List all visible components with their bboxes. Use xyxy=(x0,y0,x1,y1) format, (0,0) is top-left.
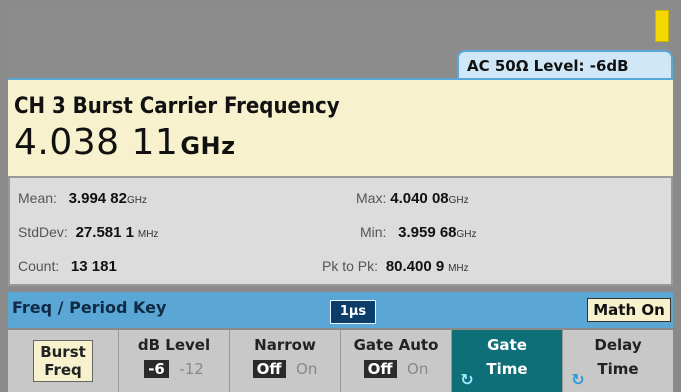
measurement-unit: GHz xyxy=(180,132,236,160)
gate-auto-options: Off On xyxy=(341,360,451,378)
status-bar: AC 50Ω Level: -6dB xyxy=(8,8,673,80)
math-on-button[interactable]: Math On xyxy=(587,298,671,322)
measurement-panel: CH 3 Burst Carrier Frequency 4.038 11GHz xyxy=(8,78,673,176)
softkey-gate-time[interactable]: Gate Time ↻ xyxy=(452,330,563,392)
softkey-delay-time[interactable]: Delay Time ↻ xyxy=(563,330,673,392)
delay-time-top: Delay xyxy=(594,336,642,354)
db-level-label: dB Level xyxy=(137,336,211,354)
softkey-menu-bar: Freq / Period Key 1μs Math On xyxy=(8,292,673,328)
stat-stddev: StdDev: 27.581 1 MHz xyxy=(18,224,159,241)
stat-pk2pk: Pk to Pk: 80.400 9 MHz xyxy=(322,258,469,275)
channel-coupling-tab: AC 50Ω Level: -6dB xyxy=(457,50,673,80)
narrow-label: Narrow xyxy=(254,336,316,354)
softkey-narrow[interactable]: Narrow Off On xyxy=(230,330,341,392)
battery-icon xyxy=(655,10,669,42)
stat-max: Max: 4.040 08GHz xyxy=(356,190,469,207)
measurement-reading: 4.038 11GHz xyxy=(14,122,236,163)
coupling-text: AC 50Ω Level: -6dB xyxy=(467,57,629,75)
burst-freq-label: Burst Freq xyxy=(33,340,93,382)
statistics-panel: Mean: 3.994 82GHz Max: 4.040 08GHz StdDe… xyxy=(8,176,673,286)
measurement-title: CH 3 Burst Carrier Frequency xyxy=(14,94,340,119)
instrument-screen: AC 50Ω Level: -6dB CH 3 Burst Carrier Fr… xyxy=(0,0,681,392)
softkey-db-level[interactable]: dB Level -6 -12 xyxy=(119,330,230,392)
knob-icon: ↻ xyxy=(571,370,585,389)
gate-auto-label: Gate Auto xyxy=(353,336,439,354)
stat-count: Count: 13 181 xyxy=(18,258,117,275)
gate-time-top: Gate xyxy=(487,336,527,354)
stat-mean: Mean: 3.994 82GHz xyxy=(18,190,147,207)
measurement-value: 4.038 11 xyxy=(14,122,179,163)
menu-title: Freq / Period Key xyxy=(12,298,167,317)
gate-time-chip: 1μs xyxy=(330,300,376,324)
softkey-burst-freq[interactable]: Burst Freq xyxy=(8,330,119,392)
softkey-gate-auto[interactable]: Gate Auto Off On xyxy=(341,330,452,392)
softkey-row: Burst Freq dB Level -6 -12 Narrow Off On… xyxy=(8,330,673,392)
narrow-options: Off On xyxy=(230,360,340,378)
stat-min: Min: 3.959 68GHz xyxy=(360,224,477,241)
knob-icon: ↻ xyxy=(460,370,474,389)
db-level-options: -6 -12 xyxy=(119,360,229,378)
